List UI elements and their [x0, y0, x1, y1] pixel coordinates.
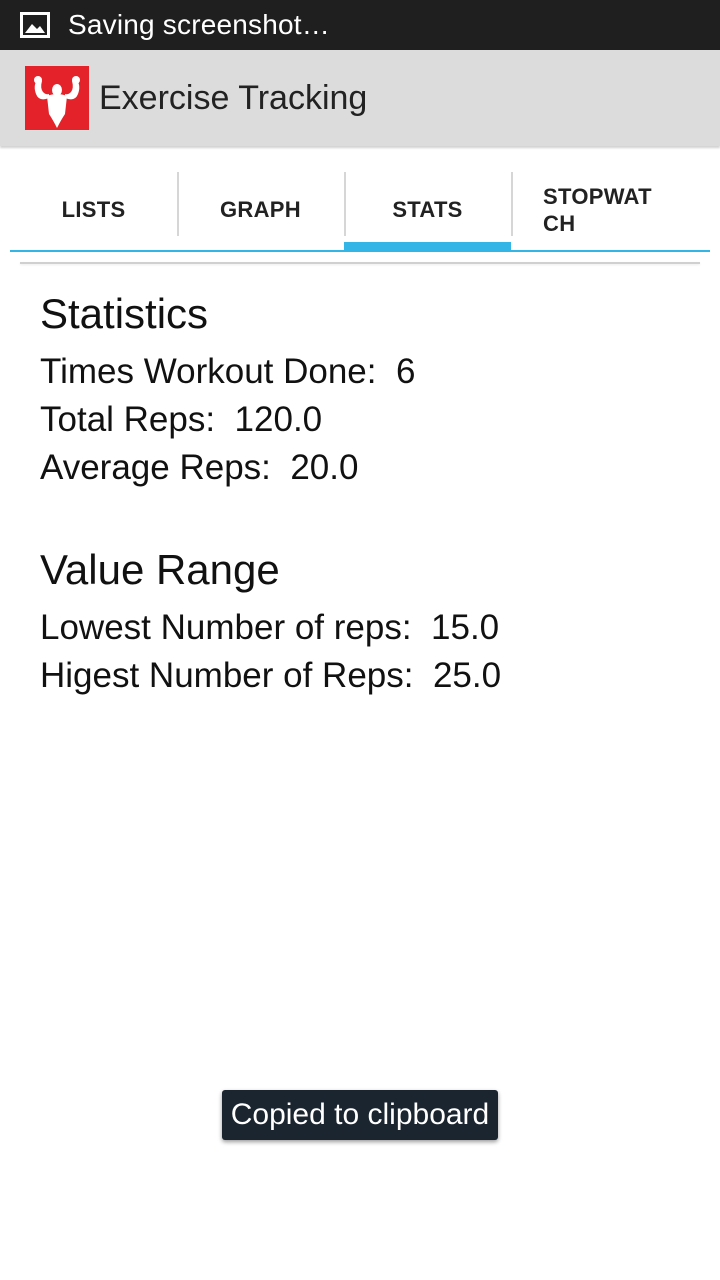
tab-lists[interactable]: LISTS [10, 170, 177, 252]
stat-value: 15.0 [431, 608, 500, 647]
action-bar: Exercise Tracking [0, 50, 720, 146]
content-divider [20, 262, 700, 264]
tab-graph[interactable]: GRAPH [177, 170, 344, 252]
stat-value: 25.0 [432, 656, 502, 695]
tab-bar: LISTS GRAPH STATS STOPWATCH [10, 170, 710, 252]
stat-row-times-workout-done: Times Workout Done: 6 [40, 348, 700, 396]
stat-label: Times Workout Done: [40, 352, 377, 391]
stat-row-lowest-reps: Lowest Number of reps: 15.0 [40, 604, 700, 652]
stat-label: Total Reps: [40, 400, 216, 439]
app-title: Exercise Tracking [99, 78, 368, 117]
stat-row-total-reps: Total Reps: 120.0 [40, 396, 700, 444]
status-notification-text: Saving screenshot… [68, 9, 330, 40]
toast-message: Copied to clipboard [222, 1090, 498, 1140]
tab-stopwatch-label: STOPWATCH [543, 184, 652, 236]
tab-stopwatch[interactable]: STOPWATCH [511, 170, 710, 252]
stat-label: Lowest Number of reps: [40, 608, 412, 647]
tab-stats-label: STATS [392, 197, 463, 222]
stat-row-highest-reps: Higest Number of Reps: 25.0 [40, 652, 700, 700]
value-range-heading: Value Range [40, 546, 280, 593]
stat-row-average-reps: Average Reps: 20.0 [40, 444, 700, 492]
status-bar: Saving screenshot… [0, 0, 720, 50]
tab-graph-label: GRAPH [220, 197, 301, 222]
stat-label: Average Reps: [40, 448, 271, 487]
stats-content: Statistics Times Workout Done: 6 Total R… [40, 286, 700, 700]
statistics-heading: Statistics [40, 290, 209, 337]
image-icon [20, 11, 50, 39]
tab-stats[interactable]: STATS [344, 170, 511, 252]
stat-value: 120.0 [234, 400, 323, 439]
toast-text: Copied to clipboard [230, 1098, 490, 1131]
bodybuilder-icon[interactable] [25, 66, 89, 130]
stat-label: Higest Number of Reps: [40, 656, 414, 695]
stat-value: 6 [395, 352, 416, 391]
tab-lists-label: LISTS [61, 197, 126, 222]
stat-value: 20.0 [290, 448, 359, 487]
